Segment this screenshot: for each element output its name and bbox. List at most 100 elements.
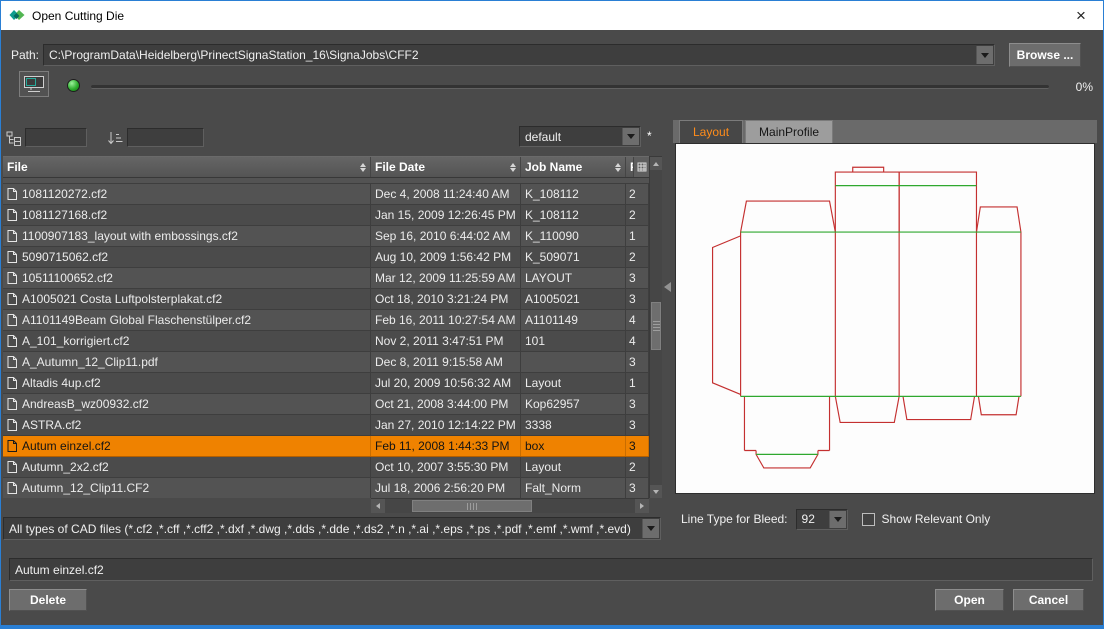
bleed-row: Line Type for Bleed: 92 Show Relevant On… [675, 506, 1097, 532]
sort-filter-button[interactable] [106, 130, 124, 146]
file-icon [7, 251, 17, 263]
job-cell: LAYOUT [521, 268, 626, 288]
structure-filter-button[interactable] [5, 130, 23, 146]
file-icon [7, 377, 17, 389]
scroll-down-button[interactable] [650, 485, 662, 498]
table-row[interactable]: Autumn_12_Clip11.CF2 Jul 18, 2006 2:56:2… [3, 478, 649, 498]
path-dropdown-button[interactable] [976, 46, 993, 64]
fil-cell: 3 [626, 415, 649, 435]
delete-button[interactable]: Delete [9, 589, 87, 611]
vertical-scroll-thumb[interactable] [651, 302, 661, 350]
name-filter-input[interactable] [127, 128, 204, 147]
file-icon [7, 293, 17, 305]
tab-layout[interactable]: Layout [679, 120, 743, 143]
open-button[interactable]: Open [935, 589, 1004, 611]
scroll-left-button[interactable] [371, 499, 385, 513]
column-header-job[interactable]: Job Name [521, 157, 626, 177]
file-type-dropdown-button[interactable] [642, 519, 659, 538]
tab-mainprofile[interactable]: MainProfile [745, 120, 833, 143]
titlebar: Open Cutting Die × [1, 1, 1103, 30]
file-cell: Autum einzel.cf2 [3, 436, 371, 456]
file-icon [7, 398, 17, 410]
close-button[interactable]: × [1059, 1, 1103, 30]
fil-cell: 3 [626, 394, 649, 414]
path-combobox[interactable]: C:\ProgramData\Heidelberg\PrinectSignaSt… [43, 44, 995, 66]
scroll-up-button[interactable] [650, 157, 662, 170]
preset-combobox[interactable]: default [519, 126, 641, 147]
job-cell: 3338 [521, 415, 626, 435]
date-cell: Oct 21, 2008 3:44:00 PM [371, 394, 521, 414]
date-cell: Feb 11, 2008 1:44:33 PM [371, 436, 521, 456]
fil-cell: 3 [626, 268, 649, 288]
table-row[interactable]: A1005021 Costa Luftpolsterplakat.cf2 Oct… [3, 289, 649, 310]
column-config-button[interactable] [633, 157, 649, 177]
fil-cell: 2 [626, 247, 649, 267]
file-cell: Autumn_2x2.cf2 [3, 457, 371, 477]
file-cell: Altadis 4up.cf2 [3, 373, 371, 393]
splitter-collapse-button[interactable] [664, 282, 671, 292]
job-cell: Layout [521, 457, 626, 477]
preview-monitor-button[interactable] [19, 71, 49, 97]
show-relevant-checkbox[interactable] [862, 513, 875, 526]
job-cell: Layout [521, 373, 626, 393]
file-cell: Autumn_12_Clip11.CF2 [3, 478, 371, 498]
progress-percent: 0% [1076, 80, 1093, 94]
file-type-combobox[interactable]: All types of CAD files (*.cf2 ,*.cff ,*.… [3, 517, 661, 540]
browse-button[interactable]: Browse ... [1009, 43, 1081, 67]
table-row[interactable]: ASTRA.cf2 Jan 27, 2010 12:14:22 PM 3338 … [3, 415, 649, 436]
bleed-combobox[interactable]: 92 [796, 509, 848, 530]
table-row[interactable]: 1081120272.cf2 Dec 4, 2008 11:24:40 AM K… [3, 184, 649, 205]
monitor-icon [23, 75, 45, 93]
fil-cell: 3 [626, 478, 649, 498]
dieline-drawing [700, 164, 1048, 476]
sort-indicator-icon [510, 163, 516, 172]
date-cell: Oct 10, 2007 3:55:30 PM [371, 457, 521, 477]
job-cell: A1101149 [521, 310, 626, 330]
table-row[interactable]: Autum einzel.cf2 Feb 11, 2008 1:44:33 PM… [3, 436, 649, 457]
column-header-file[interactable]: File [3, 157, 371, 177]
file-type-value: All types of CAD files (*.cf2 ,*.cff ,*.… [9, 522, 631, 536]
show-relevant-label: Show Relevant Only [882, 512, 991, 526]
table-row[interactable]: AndreasB_wz00932.cf2 Oct 21, 2008 3:44:0… [3, 394, 649, 415]
file-icon [7, 356, 17, 368]
horizontal-scrollbar[interactable] [371, 498, 649, 513]
table-row[interactable]: A_Autumn_12_Clip11.pdf Dec 8, 2011 9:15:… [3, 352, 649, 373]
sort-indicator-icon [360, 163, 366, 172]
preset-value: default [525, 130, 561, 144]
preset-dropdown-button[interactable] [622, 128, 639, 145]
table-row[interactable]: A_101_korrigiert.cf2 Nov 2, 2011 3:47:51… [3, 331, 649, 352]
scroll-right-button[interactable] [635, 499, 649, 513]
sort-indicator-icon [615, 163, 621, 172]
filename-input[interactable] [9, 558, 1093, 581]
table-row[interactable]: 1081127168.cf2 Jan 15, 2009 12:26:45 PM … [3, 205, 649, 226]
job-cell: 101 [521, 331, 626, 351]
file-icon [7, 440, 17, 452]
structure-filter-input[interactable] [25, 128, 87, 147]
horizontal-scroll-thumb[interactable] [412, 500, 532, 512]
fil-cell: 3 [626, 436, 649, 456]
table-row[interactable]: 10511100652.cf2 Mar 12, 2009 11:25:59 AM… [3, 268, 649, 289]
close-icon: × [1076, 6, 1086, 26]
file-cell: A_101_korrigiert.cf2 [3, 331, 371, 351]
job-cell: Falt_Norm [521, 478, 626, 498]
preview-canvas [675, 143, 1095, 494]
table-row[interactable]: Autumn_2x2.cf2 Oct 10, 2007 3:55:30 PM L… [3, 457, 649, 478]
fil-cell: 4 [626, 310, 649, 330]
job-cell: K_110090 [521, 226, 626, 246]
bleed-dropdown-button[interactable] [829, 511, 846, 528]
date-cell: Oct 18, 2010 3:21:24 PM [371, 289, 521, 309]
table-row[interactable]: Altadis 4up.cf2 Jul 20, 2009 10:56:32 AM… [3, 373, 649, 394]
dropdown-arrow-icon [627, 134, 635, 139]
table-row[interactable]: A1101149Beam Global Flaschenstülper.cf2 … [3, 310, 649, 331]
vertical-scrollbar[interactable] [649, 156, 662, 498]
table-row[interactable]: 1100907183_layout with embossings.cf2 Se… [3, 226, 649, 247]
column-header-date[interactable]: File Date [371, 157, 521, 177]
fil-cell: 2 [626, 457, 649, 477]
file-icon [7, 419, 17, 431]
cancel-button[interactable]: Cancel [1013, 589, 1084, 611]
fil-cell: 1 [626, 373, 649, 393]
progress-slider[interactable] [91, 85, 1049, 89]
table-row[interactable]: 5090715062.cf2 Aug 10, 2009 1:56:42 PM K… [3, 247, 649, 268]
dropdown-arrow-icon [834, 517, 842, 522]
job-cell: K_509071 [521, 247, 626, 267]
